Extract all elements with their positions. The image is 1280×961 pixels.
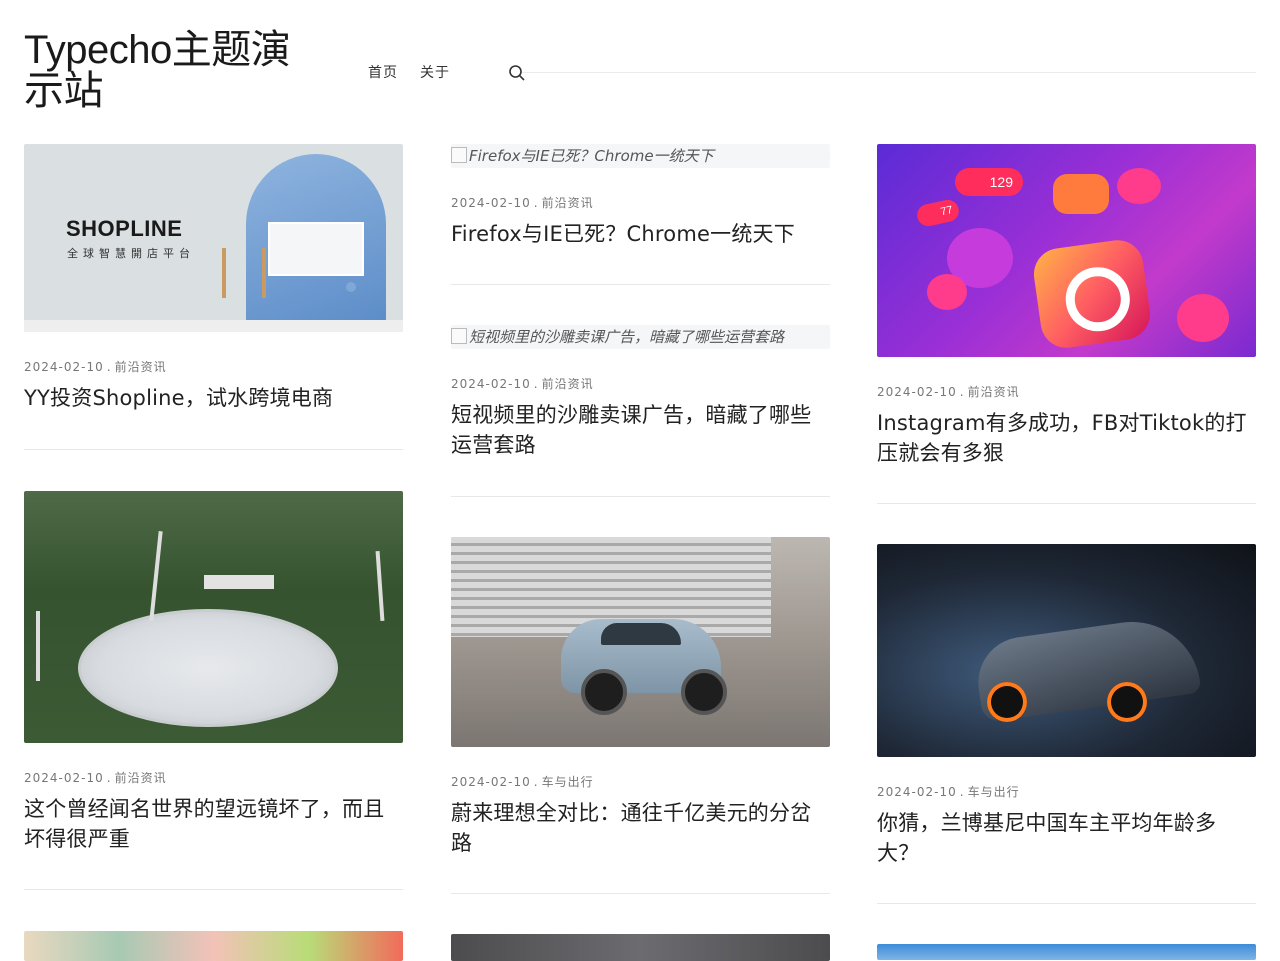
post-card: 2024-02-10. 车与出行 蔚来理想全对比：通往千亿美元的分岔路 (451, 537, 830, 894)
post-category[interactable]: 前沿资讯 (542, 377, 594, 391)
post-date: 2024-02-10 (451, 196, 531, 210)
post-thumbnail[interactable] (451, 537, 830, 747)
post-category[interactable]: 前沿资讯 (542, 196, 594, 210)
main-nav: 首页 关于 (368, 62, 526, 82)
post-card: 2024-02-10. 车与出行 你猜，兰博基尼中国车主平均年龄多大？ (877, 544, 1256, 904)
nav-item-about[interactable]: 关于 (420, 62, 450, 82)
post-card: Firefox与IE已死？Chrome一统天下 2024-02-10. 前沿资讯 … (451, 144, 830, 285)
post-thumbnail[interactable] (451, 934, 830, 961)
post-title[interactable]: Instagram有多成功，FB对Tiktok的打压就会有多狠 (877, 408, 1256, 468)
thumbnail-graphic (149, 531, 163, 621)
post-thumbnail-broken[interactable]: 短视频里的沙雕卖课广告，暗藏了哪些运营套路 (451, 325, 830, 349)
post-thumbnail[interactable] (877, 944, 1256, 960)
thumbnail-like-badge: 77 (915, 197, 961, 229)
post-date: 2024-02-10 (24, 771, 104, 785)
post-title[interactable]: 短视频里的沙雕卖课广告，暗藏了哪些运营套路 (451, 400, 830, 460)
post-meta: 2024-02-10. 前沿资讯 (24, 769, 403, 786)
post-category[interactable]: 车与出行 (968, 785, 1020, 799)
thumbnail-graphic (268, 222, 364, 276)
thumbnail-graphic (78, 609, 338, 727)
post-title[interactable]: Firefox与IE已死？Chrome一统天下 (451, 219, 830, 249)
broken-image-icon (451, 328, 467, 344)
post-title[interactable]: YY投资Shopline，试水跨境电商 (24, 383, 403, 413)
post-card: 129 77 2024-02-10. 前沿资讯 Instagram有多成功，FB对… (877, 144, 1256, 504)
meta-separator: . (533, 775, 539, 789)
post-meta: 2024-02-10. 前沿资讯 (24, 358, 403, 375)
post-meta: 2024-02-10. 前沿资讯 (451, 375, 830, 392)
post-category[interactable]: 前沿资讯 (115, 360, 167, 374)
post-card: SHOPLINE 全球智慧開店平台 2024-02-10. 前沿资讯 YY投资Sh… (24, 144, 403, 450)
meta-separator: . (106, 360, 112, 374)
post-thumbnail-broken[interactable]: Firefox与IE已死？Chrome一统天下 (451, 144, 830, 168)
post-date: 2024-02-10 (877, 385, 957, 399)
thumbnail-graphic (927, 274, 967, 310)
broken-image-icon (451, 147, 467, 163)
thumbnail-graphic (375, 550, 385, 622)
thumbnail-graphic (1053, 174, 1109, 214)
image-alt-text: Firefox与IE已死？Chrome一统天下 (469, 147, 714, 165)
thumbnail-graphic (681, 669, 727, 715)
post-title[interactable]: 你猜，兰博基尼中国车主平均年龄多大？ (877, 808, 1256, 868)
meta-separator: . (106, 771, 112, 785)
post-column-1: SHOPLINE 全球智慧開店平台 2024-02-10. 前沿资讯 YY投资Sh… (24, 144, 403, 961)
post-date: 2024-02-10 (451, 775, 531, 789)
thumbnail-graphic (601, 623, 681, 645)
post-title[interactable]: 这个曾经闻名世界的望远镜坏了，而且坏得很严重 (24, 794, 403, 854)
thumbnail-brand: SHOPLINE (66, 216, 183, 241)
site-title[interactable]: Typecho主题演示站 (24, 30, 324, 112)
meta-separator: . (533, 377, 539, 391)
post-thumbnail[interactable] (877, 544, 1256, 757)
post-date: 2024-02-10 (877, 785, 957, 799)
thumbnail-like-badge: 129 (955, 168, 1023, 196)
meta-separator: . (959, 785, 965, 799)
post-thumbnail[interactable] (24, 931, 403, 961)
post-category[interactable]: 前沿资讯 (115, 771, 167, 785)
post-meta: 2024-02-10. 车与出行 (451, 773, 830, 790)
thumbnail-graphic (36, 611, 40, 681)
post-thumbnail[interactable] (24, 491, 403, 743)
post-date: 2024-02-10 (24, 360, 104, 374)
search-icon[interactable] (508, 64, 526, 82)
thumbnail-graphic (222, 248, 266, 298)
thumbnail-graphic (581, 669, 627, 715)
thumbnail-graphic (1107, 682, 1147, 722)
post-card: 2024-02-10. 前沿资讯 这个曾经闻名世界的望远镜坏了，而且坏得很严重 (24, 491, 403, 890)
post-title[interactable]: 蔚来理想全对比：通往千亿美元的分岔路 (451, 798, 830, 858)
post-category[interactable]: 前沿资讯 (968, 385, 1020, 399)
thumbnail-graphic (1117, 168, 1161, 204)
meta-separator: . (959, 385, 965, 399)
nav-divider (522, 72, 1256, 73)
meta-separator: . (533, 196, 539, 210)
post-meta: 2024-02-10. 车与出行 (877, 783, 1256, 800)
thumbnail-graphic (24, 320, 403, 332)
nav-item-home[interactable]: 首页 (368, 62, 398, 82)
post-thumbnail[interactable]: SHOPLINE 全球智慧開店平台 (24, 144, 403, 332)
thumbnail-subtitle: 全球智慧開店平台 (67, 247, 195, 260)
post-date: 2024-02-10 (451, 377, 531, 391)
thumbnail-graphic (987, 682, 1027, 722)
post-category[interactable]: 车与出行 (542, 775, 594, 789)
post-column-2: Firefox与IE已死？Chrome一统天下 2024-02-10. 前沿资讯 … (451, 144, 830, 961)
post-thumbnail[interactable]: 129 77 (877, 144, 1256, 357)
post-meta: 2024-02-10. 前沿资讯 (877, 383, 1256, 400)
post-column-3: 129 77 2024-02-10. 前沿资讯 Instagram有多成功，FB对… (877, 144, 1256, 960)
thumbnail-graphic (204, 575, 274, 589)
post-card: 短视频里的沙雕卖课广告，暗藏了哪些运营套路 2024-02-10. 前沿资讯 短视… (451, 325, 830, 497)
image-alt-text: 短视频里的沙雕卖课广告，暗藏了哪些运营套路 (469, 328, 785, 346)
instagram-icon (1030, 236, 1154, 352)
post-meta: 2024-02-10. 前沿资讯 (451, 194, 830, 211)
thumbnail-graphic (1177, 294, 1229, 342)
thumbnail-graphic (346, 282, 356, 292)
